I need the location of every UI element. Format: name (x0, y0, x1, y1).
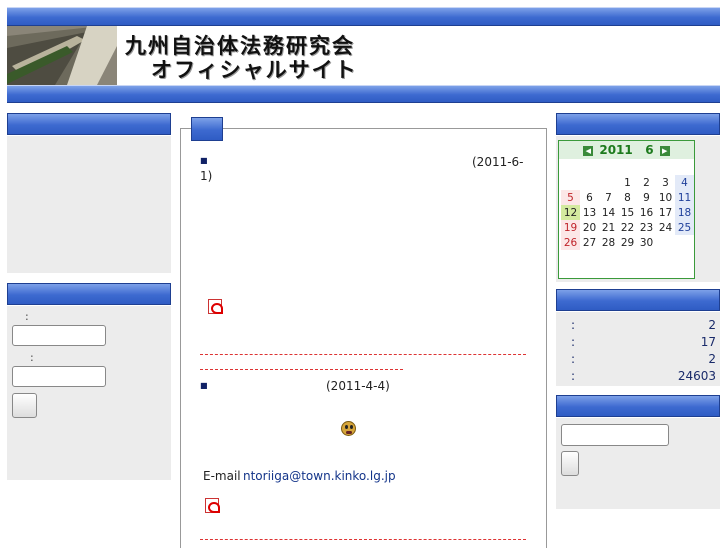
stats-box-header (556, 289, 720, 311)
right-arrow-icon[interactable]: ▶ (659, 145, 670, 156)
calendar-day[interactable]: 3 (656, 175, 675, 190)
news-date: (2011-6- (472, 155, 524, 169)
search-button[interactable] (561, 451, 579, 476)
calendar-month: 6 (645, 143, 654, 157)
calendar-empty (561, 175, 580, 190)
calendar-day[interactable]: 26 (561, 235, 580, 250)
stat-row: : 24603 (571, 369, 716, 386)
login-box-header (7, 283, 171, 305)
stat-colon: : (571, 352, 576, 366)
calendar-day[interactable]: 10 (656, 190, 675, 205)
top-bar (7, 7, 720, 26)
calendar-day[interactable]: 14 (599, 205, 618, 220)
calendar-day[interactable]: 20 (580, 220, 599, 235)
stat-colon: : (571, 369, 576, 383)
calendar-day[interactable]: 11 (675, 190, 694, 205)
calendar-day[interactable]: 18 (675, 205, 694, 220)
face-emoji-icon (341, 421, 356, 436)
stat-value: 24603 (677, 369, 716, 383)
stat-row: :2 (571, 352, 716, 369)
left-box1-body (7, 136, 171, 273)
calendar-grid: 1 2 3 4 5 6 7 8 9 10 11 12 13 14 15 16 17 18 19 20 21 22 23 24 2… (561, 175, 694, 250)
news-date-cont: 1) (200, 169, 213, 183)
calendar-day[interactable]: 8 (618, 190, 637, 205)
main-content (180, 128, 547, 548)
site-title: 九州自治体法務研究会 オフィシャルサイト (125, 34, 358, 82)
calendar-day[interactable]: 23 (637, 220, 656, 235)
nav-bar (7, 85, 720, 103)
search-box (556, 418, 720, 509)
calendar-year: 2011 (599, 143, 633, 157)
calendar-day[interactable]: 17 (656, 205, 675, 220)
calendar-day[interactable]: 4 (675, 175, 694, 190)
calendar-empty (675, 235, 694, 250)
search-input[interactable] (561, 424, 669, 446)
calendar-empty (656, 235, 675, 250)
stat-value: 2 (708, 352, 716, 366)
site-title-line1: 九州自治体法務研究会 (125, 33, 355, 58)
site-banner: 九州自治体法務研究会 オフィシャルサイト (7, 26, 720, 85)
bullet-icon: ■ (200, 156, 208, 165)
calendar-day[interactable]: 24 (656, 220, 675, 235)
password-input[interactable] (12, 366, 106, 387)
divider (200, 369, 403, 370)
calendar-day[interactable]: 15 (618, 205, 637, 220)
username-label: : (25, 310, 29, 323)
divider (200, 539, 526, 540)
stat-colon: : (571, 335, 576, 349)
calendar-day[interactable]: 7 (599, 190, 618, 205)
calendar-day[interactable]: 2 (637, 175, 656, 190)
calendar-day[interactable]: 22 (618, 220, 637, 235)
left-arrow-icon[interactable]: ◀ (583, 145, 594, 156)
calendar-header: ◀ 2011 6 ▶ (559, 141, 694, 159)
calendar-day[interactable]: 9 (637, 190, 656, 205)
main-content-tab (191, 117, 223, 141)
bullet-icon: ■ (200, 381, 208, 390)
calendar-day[interactable]: 16 (637, 205, 656, 220)
pdf-icon[interactable] (208, 299, 223, 314)
divider (200, 354, 526, 355)
calendar-day[interactable]: 21 (599, 220, 618, 235)
calendar-day[interactable]: 13 (580, 205, 599, 220)
stat-value: 2 (708, 318, 716, 332)
calendar: ◀ 2011 6 ▶ 1 2 3 4 5 6 7 8 9 10 11 12 13 14 15 16 17 18 19 20… (558, 140, 695, 279)
calendar-day[interactable]: 6 (580, 190, 599, 205)
news-date: (2011-4-4) (326, 379, 390, 393)
calendar-day[interactable]: 27 (580, 235, 599, 250)
password-label: : (30, 351, 34, 364)
email-label: E-mail (203, 469, 241, 483)
site-title-line2: オフィシャルサイト (151, 57, 358, 82)
left-box1-header (7, 113, 171, 135)
calendar-day[interactable]: 1 (618, 175, 637, 190)
stat-colon: : (571, 318, 576, 332)
login-box: : : (7, 306, 171, 480)
stat-value: 17 (700, 335, 716, 349)
stat-row: : 17 (571, 335, 716, 352)
book-logo-image (7, 26, 117, 85)
calendar-empty (599, 175, 618, 190)
login-button[interactable] (12, 393, 37, 418)
stat-row: :2 (571, 318, 716, 335)
pdf-icon[interactable] (205, 498, 220, 513)
username-input[interactable] (12, 325, 106, 346)
calendar-day[interactable]: 28 (599, 235, 618, 250)
calendar-box-header (556, 113, 720, 135)
calendar-day[interactable]: 29 (618, 235, 637, 250)
calendar-day[interactable]: 19 (561, 220, 580, 235)
email-link[interactable]: ntoriiga@town.kinko.lg.jp (243, 469, 396, 483)
calendar-empty (580, 175, 599, 190)
calendar-day[interactable]: 5 (561, 190, 580, 205)
calendar-day[interactable]: 12 (561, 205, 580, 220)
calendar-day[interactable]: 30 (637, 235, 656, 250)
search-box-header (556, 395, 720, 417)
calendar-day[interactable]: 25 (675, 220, 694, 235)
